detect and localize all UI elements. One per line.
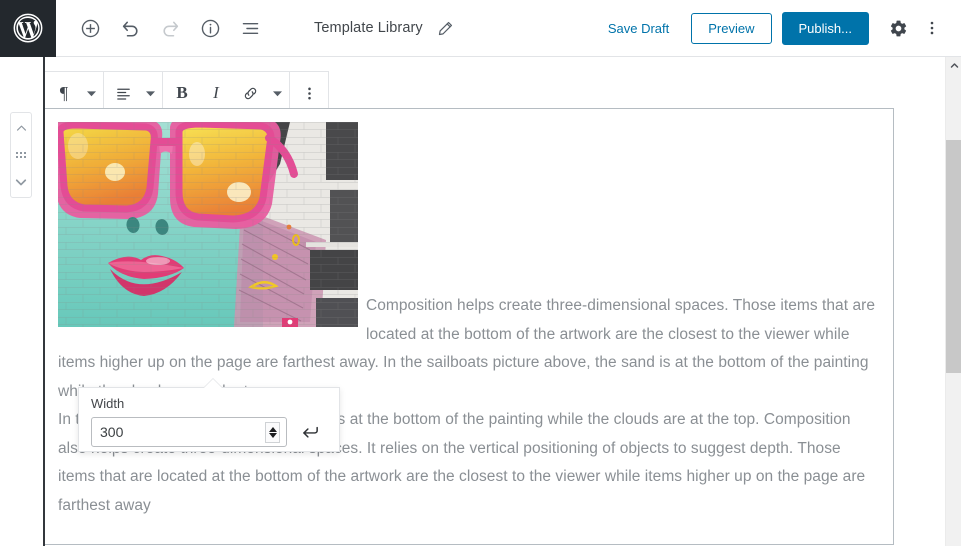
undo-button[interactable]	[112, 10, 148, 46]
selected-paragraph-block[interactable]: Composition helps create three-dimension…	[45, 108, 894, 545]
drag-dots-icon[interactable]	[11, 144, 31, 166]
document-title-area: Template Library	[314, 15, 459, 41]
content-info-button[interactable]	[192, 10, 228, 46]
street-art-mural-image[interactable]	[58, 122, 358, 327]
publish-button[interactable]: Publish...	[781, 11, 869, 45]
gear-icon[interactable]	[881, 11, 915, 45]
width-input-wrapper	[91, 417, 287, 447]
popover-arrow-fill	[204, 379, 222, 388]
document-title: Template Library	[314, 20, 423, 36]
add-block-button[interactable]	[72, 10, 108, 46]
preview-button[interactable]: Preview	[691, 12, 772, 44]
move-up-chevron-up-icon[interactable]	[11, 117, 31, 139]
wordpress-block-editor: Template Library Save Draft Preview Publ…	[0, 0, 961, 546]
block-navigation-button[interactable]	[232, 10, 268, 46]
editor-header: Template Library Save Draft Preview Publ…	[0, 0, 961, 57]
right-gutter	[916, 57, 945, 546]
enter-return-arrow-icon[interactable]	[297, 419, 323, 445]
editor-canvas: ¶ B I Composition helps create three-dim…	[0, 57, 961, 546]
move-down-chevron-down-icon[interactable]	[11, 171, 31, 193]
width-input[interactable]	[92, 419, 247, 445]
quantity-stepper[interactable]	[265, 422, 280, 443]
redo-button[interactable]	[152, 10, 188, 46]
header-tool-group	[72, 10, 268, 46]
wordpress-logo-icon[interactable]	[0, 0, 56, 57]
block-mover-controls	[10, 112, 32, 198]
vertical-scroll-thumb[interactable]	[946, 140, 961, 373]
scroll-up-arrow-icon[interactable]	[946, 57, 961, 74]
save-draft-button[interactable]: Save Draft	[596, 15, 681, 42]
kebab-menu-icon[interactable]	[915, 11, 949, 45]
width-field-label: Width	[91, 396, 125, 411]
vertical-scrollbar[interactable]	[945, 57, 961, 546]
header-actions: Save Draft Preview Publish...	[596, 11, 961, 45]
block-content: Composition helps create three-dimension…	[45, 109, 893, 520]
width-field-row	[91, 417, 327, 447]
spinner-down-arrow-icon[interactable]	[268, 433, 277, 438]
image-width-popover: Width	[78, 378, 340, 452]
spinner-up-arrow-icon[interactable]	[268, 427, 277, 432]
pencil-icon[interactable]	[433, 15, 459, 41]
